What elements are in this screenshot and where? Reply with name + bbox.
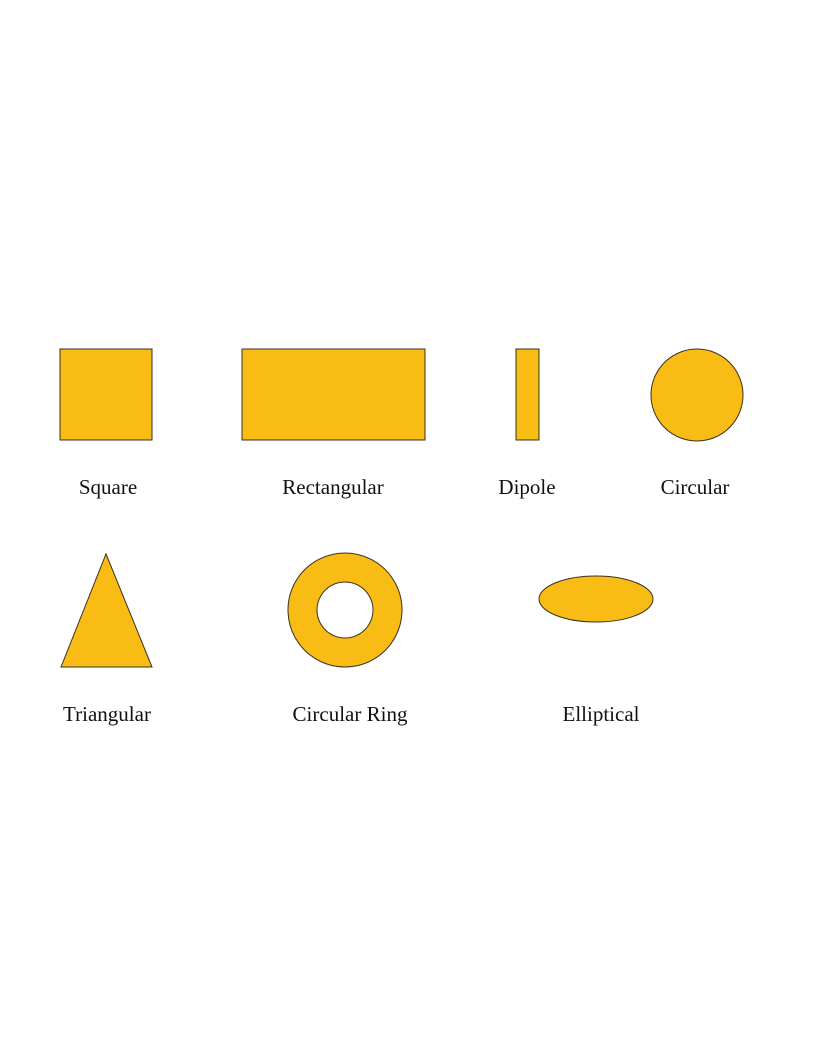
square-label: Square	[79, 475, 137, 499]
circular-shape	[650, 348, 744, 442]
circular-ring-shape	[287, 552, 403, 668]
rectangular-label: Rectangular	[282, 475, 383, 499]
elliptical-shape	[538, 575, 654, 623]
triangular-label: Triangular	[63, 702, 151, 726]
rectangular-shape	[241, 348, 426, 441]
dipole-shape	[515, 348, 540, 441]
elliptical-label: Elliptical	[563, 702, 640, 726]
circular-ring-label: Circular Ring	[293, 702, 408, 726]
triangular-shape	[60, 552, 153, 668]
circular-label: Circular	[661, 475, 730, 499]
square-shape	[59, 348, 153, 441]
dipole-label: Dipole	[498, 475, 555, 499]
patch-shapes-diagram: Square Rectangular Dipole Circular Trian…	[59, 348, 744, 726]
